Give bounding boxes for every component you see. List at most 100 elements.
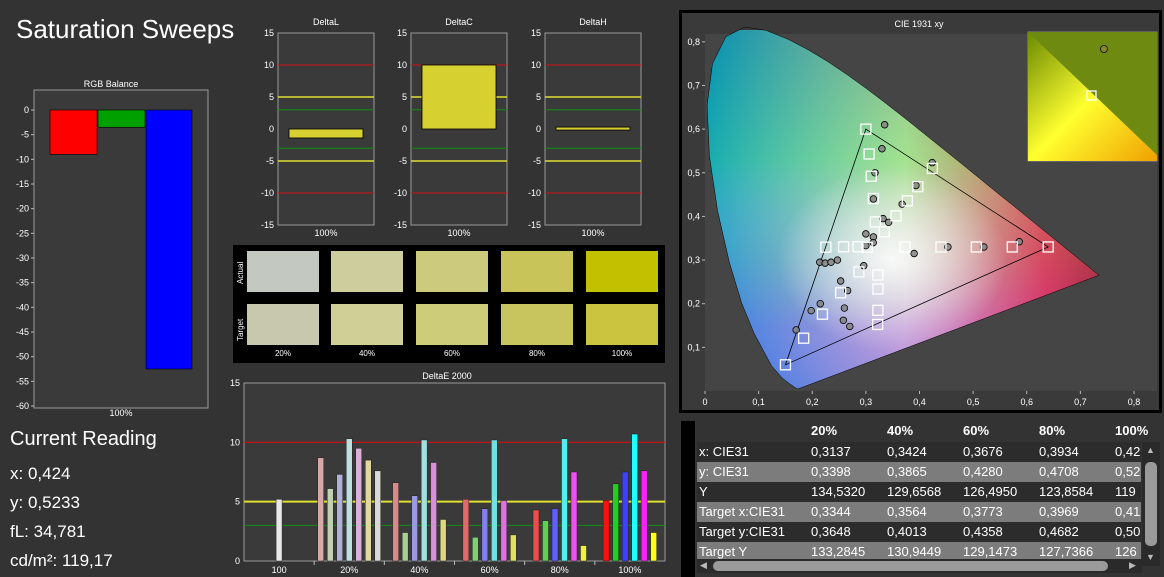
deltae-bar (327, 488, 334, 562)
cie-xtick-label: 0,8 (1128, 397, 1141, 407)
table-row[interactable]: x: CIE31 0,3137 0,3424 0,3676 0,3934 0,42 (697, 442, 1141, 462)
horizontal-scrollbar[interactable]: ◀ ▶ (697, 559, 1142, 573)
deltae-bar (580, 545, 587, 562)
cie-measured-point (839, 316, 848, 324)
scroll-up-arrow-icon[interactable]: ▲ (1146, 445, 1155, 455)
cie-measured-point (862, 230, 870, 238)
deltae-bar (631, 433, 638, 562)
swatch-label: 60% (443, 349, 460, 358)
table-cell: 0,3676 (963, 444, 1003, 459)
delta-tick-label: -15 (261, 220, 274, 230)
delta-tick-label: -10 (261, 188, 274, 198)
current-reading: Current Reading x: 0,424 y: 0,5233 fL: 3… (10, 428, 157, 575)
deltae-bar (510, 534, 517, 562)
cie-measured-point (878, 145, 886, 153)
rgb-tick-label: -45 (16, 327, 29, 337)
cie-title: CIE 1931 xy (894, 19, 944, 29)
table-row[interactable]: Y 134,5320 129,6568 126,4950 123,8584 119 (697, 482, 1141, 502)
vertical-scrollbar[interactable]: ▲ ▼ (1142, 442, 1160, 566)
delta-tick-label: 5 (402, 92, 407, 102)
swatch-target (247, 304, 319, 345)
cie-xtick-label: 0 (702, 397, 707, 407)
swatch-target (501, 304, 573, 345)
deltae-bar (430, 462, 437, 562)
table-cell: 0,4682 (1039, 524, 1079, 539)
table-row[interactable]: y: CIE31 0,3398 0,3865 0,4280 0,4708 0,52 (697, 462, 1141, 482)
delta-tick-label: -10 (528, 188, 541, 198)
delta-tick-label: -5 (533, 156, 541, 166)
reading-fl: fL: 34,781 (10, 522, 86, 541)
row-label-target: Target (236, 318, 245, 341)
rgb-tick-label: -20 (16, 204, 29, 214)
scroll-down-arrow-icon[interactable]: ▼ (1146, 552, 1155, 562)
table-row-label: Target y:CIE31 (699, 524, 785, 539)
rgb-balance-title: RGB Balance (84, 79, 139, 89)
deltae-tick-label: 15 (230, 378, 240, 388)
table-cell: 0,3424 (887, 444, 927, 459)
deltae-bar (317, 457, 324, 562)
swatch-label: 20% (274, 349, 291, 358)
rgb-tick-label: 0 (24, 105, 29, 115)
cie-measured-point (807, 306, 815, 315)
deltae-bar (439, 519, 447, 562)
cie-xtick-label: 0,3 (860, 397, 873, 407)
page-title: Saturation Sweeps (16, 14, 235, 44)
cie-measured-point (910, 249, 918, 258)
deltae-bar (374, 470, 381, 562)
deltae-category-label: 100% (618, 565, 641, 575)
scroll-right-arrow-icon[interactable]: ▶ (1129, 560, 1136, 571)
cie-measured-point (846, 322, 854, 331)
deltae-bar (542, 520, 549, 562)
cie-measured-point (869, 195, 878, 203)
delta-chart-title: DeltaC (445, 17, 473, 27)
table-cell: 0,3137 (811, 444, 851, 459)
deltae-category-label: 100 (272, 565, 287, 575)
table-row[interactable]: Target x:CIE31 0,3344 0,3564 0,3773 0,3969 0,… (697, 502, 1141, 522)
table-cell: 0,41 (1115, 504, 1141, 519)
deltae-tick-label: 0 (235, 556, 240, 566)
table-column-header[interactable]: 100% (1115, 423, 1148, 438)
swatch-actual (331, 251, 403, 292)
deltae-bar (481, 508, 489, 562)
table-cell: 0,3648 (811, 524, 851, 539)
rgb-tick-label: -10 (16, 154, 29, 164)
rgb-bar-blue (145, 109, 193, 370)
rgb-balance-chart: RGB Balance 0 -5 -10 -15 -20 -25 -30 -35 -40 -45 -… (16, 79, 209, 418)
cie-xtick-label: 0,1 (752, 397, 765, 407)
table-row-label: y: CIE31 (699, 464, 749, 479)
cie-chart: CIE 1931 xy 0 0,1 0,2 0,3 0,4 0,5 0,6 0,7 0,8 0,1… (682, 13, 1159, 410)
inset-measured-point (1100, 45, 1108, 53)
table-column-header[interactable]: 40% (887, 423, 913, 438)
deltae-category-label: 80% (551, 565, 569, 575)
table-column-header[interactable]: 60% (963, 423, 989, 438)
table-cell: 0,3398 (811, 464, 851, 479)
swatch-label: 100% (611, 349, 633, 358)
delta-bar (288, 128, 364, 139)
deltae-plot-area (243, 382, 666, 562)
table-column-header[interactable]: 20% (811, 423, 837, 438)
delta-chart-title: DeltaH (579, 17, 607, 27)
vertical-scroll-thumb[interactable] (1145, 462, 1157, 546)
delta-tick-label: 10 (531, 60, 541, 70)
rgb-tick-label: -60 (16, 401, 29, 411)
deltae-bar (275, 499, 283, 562)
swatch-target (331, 304, 403, 345)
swatch-target (416, 304, 488, 345)
table-column-header[interactable]: 80% (1039, 423, 1065, 438)
table-cell: 0,42 (1115, 444, 1141, 459)
scroll-left-arrow-icon[interactable]: ◀ (700, 560, 707, 571)
deltae-bar (650, 532, 657, 562)
reading-title: Current Reading (10, 428, 157, 450)
deltae-category-label: 60% (481, 565, 499, 575)
delta-tick-label: 10 (397, 60, 407, 70)
cie-ytick-label: 0,5 (687, 168, 700, 178)
table-row[interactable]: Target y:CIE31 0,3648 0,4013 0,4358 0,4682 0,… (697, 522, 1141, 542)
deltae-bar (602, 500, 610, 562)
cie-panel: CIE 1931 xy 0 0,1 0,2 0,3 0,4 0,5 0,6 0,7 0,8 0,1… (679, 10, 1162, 413)
deltae-bar (640, 470, 648, 562)
horizontal-scroll-thumb[interactable] (713, 561, 1108, 571)
table-cell: 0,3865 (887, 464, 927, 479)
rgb-tick-label: -50 (16, 352, 29, 362)
delta-tick-label: 15 (264, 28, 274, 38)
delta-tick-label: 10 (264, 60, 274, 70)
